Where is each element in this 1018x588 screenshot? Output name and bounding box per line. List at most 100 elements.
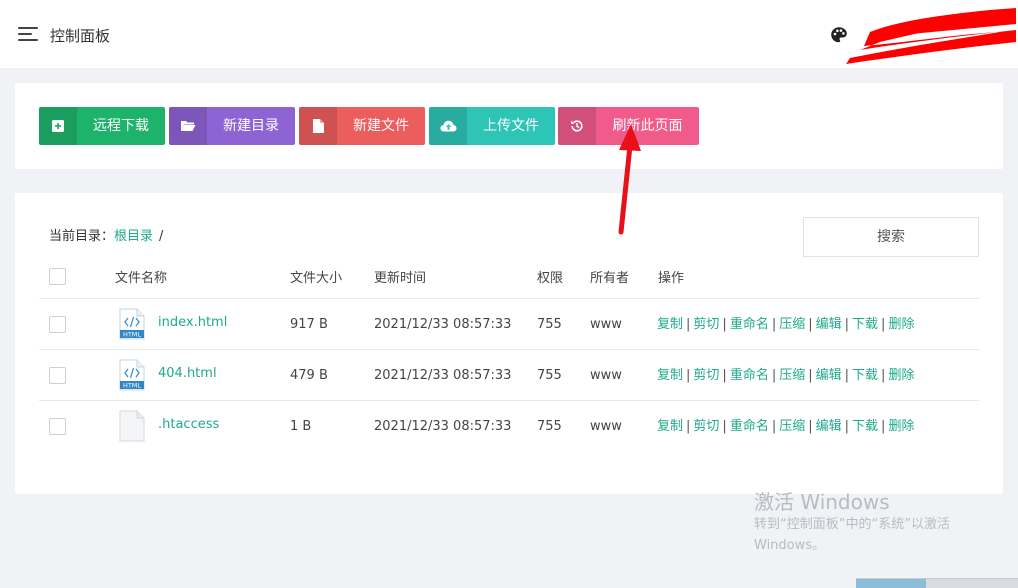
row-checkbox[interactable] [49,316,66,333]
action-edit[interactable]: 编辑 [816,317,842,332]
action-rename[interactable]: 重命名 [730,419,769,434]
col-header-perm: 权限 [537,271,564,286]
file-mtime: 2021/12/33 08:57:33 [374,317,512,332]
palette-icon[interactable] [830,26,848,44]
row-checkbox[interactable] [49,367,66,384]
remote-download-button[interactable]: 远程下载 [39,107,165,145]
action-download[interactable]: 下载 [852,368,878,383]
watermark-line1: 转到“控制面板”中的“系统”以激活 [754,517,950,532]
action-separator: | [686,419,691,434]
action-copy[interactable]: 复制 [657,368,683,383]
file-list-card: 当前目录：根目录 / 搜索 文件名称 文件大小 更新时间 权限 所有者 操作 HT… [15,193,1003,494]
action-compress[interactable]: 压缩 [779,419,805,434]
breadcrumb-separator: / [159,229,164,244]
action-delete[interactable]: 删除 [888,317,914,332]
action-separator: | [686,368,691,383]
breadcrumb: 当前目录：根目录 / [49,225,163,244]
table-row: .htaccess 1 B 2021/12/33 08:57:33 755 ww… [39,401,979,452]
new-folder-button[interactable]: 新建目录 [169,107,295,145]
action-separator: | [844,419,850,434]
action-cut[interactable]: 剪切 [693,419,719,434]
action-separator: | [808,317,813,332]
action-separator: | [881,368,886,383]
html-file-icon: HTML [119,308,145,340]
action-rename[interactable]: 重命名 [730,317,769,332]
action-separator: | [808,368,813,383]
action-cut[interactable]: 剪切 [693,368,719,383]
action-separator: | [771,368,777,383]
action-separator: | [881,317,886,332]
action-separator: | [771,419,777,434]
action-separator: | [808,419,813,434]
action-edit[interactable]: 编辑 [816,419,842,434]
col-header-size: 文件大小 [290,271,343,286]
cloud-upload-icon [429,107,467,145]
file-mtime: 2021/12/33 08:57:33 [374,368,512,383]
action-separator: | [722,317,727,332]
action-separator: | [722,368,727,383]
upload-file-button[interactable]: 上传文件 [429,107,555,145]
action-cut[interactable]: 剪切 [693,317,719,332]
row-actions: 复制 | 剪切 | 重命名 | 压缩 | 编辑 | 下载 | 删除 [657,350,914,401]
file-icon [299,107,337,145]
action-separator: | [722,419,727,434]
action-separator: | [881,419,886,434]
toolbar-card: 远程下载 新建目录 新建文件 上传文件 刷新此页面 [15,83,1003,169]
search-button[interactable]: 搜索 [803,217,979,257]
html-badge-text: HTML [123,382,141,390]
row-actions: 复制 | 剪切 | 重命名 | 压缩 | 编辑 | 下载 | 删除 [657,401,914,452]
row-checkbox[interactable] [49,418,66,435]
col-header-name: 文件名称 [115,271,168,286]
file-name-link[interactable]: index.html [158,316,227,329]
refresh-page-button[interactable]: 刷新此页面 [558,107,699,145]
action-compress[interactable]: 压缩 [779,317,805,332]
action-download[interactable]: 下载 [852,317,878,332]
breadcrumb-root-link[interactable]: 根目录 [114,229,153,244]
file-perm: 755 [537,419,562,434]
windows-activation-watermark: 激活 Windows 转到“控制面板”中的“系统”以激活 Windows。 [754,490,950,556]
folder-open-icon [169,107,207,145]
action-separator: | [686,317,691,332]
top-header: 控制面板 [0,0,1018,68]
blank-file-icon [119,410,145,442]
action-rename[interactable]: 重命名 [730,368,769,383]
row-actions: 复制 | 剪切 | 重命名 | 压缩 | 编辑 | 下载 | 删除 [657,299,914,350]
breadcrumb-prefix: 当前目录： [49,229,115,244]
new-file-button[interactable]: 新建文件 [299,107,425,145]
history-icon [558,107,596,145]
action-compress[interactable]: 压缩 [779,368,805,383]
col-header-actions: 操作 [658,271,685,286]
action-delete[interactable]: 删除 [888,368,914,383]
action-copy[interactable]: 复制 [657,317,683,332]
file-size: 917 B [290,317,328,332]
action-edit[interactable]: 编辑 [816,368,842,383]
file-perm: 755 [537,368,562,383]
action-separator: | [844,317,850,332]
action-copy[interactable]: 复制 [657,419,683,434]
redaction-scribble [846,8,1016,64]
file-size: 479 B [290,368,328,383]
file-name-link[interactable]: .htaccess [158,418,219,431]
watermark-line2: Windows。 [754,538,826,553]
html-file-icon: HTML [119,359,145,391]
html-badge-text: HTML [123,331,141,339]
action-delete[interactable]: 删除 [888,419,914,434]
action-separator: | [844,368,850,383]
file-owner: www [590,368,622,383]
page-title: 控制面板 [50,27,111,45]
file-name-link[interactable]: 404.html [158,367,217,380]
select-all-checkbox[interactable] [49,268,66,285]
action-download[interactable]: 下载 [852,419,878,434]
action-separator: | [771,317,777,332]
file-size: 1 B [290,419,312,434]
file-owner: www [590,419,622,434]
taskbar-thumbnail [856,578,1018,588]
file-mtime: 2021/12/33 08:57:33 [374,419,512,434]
table-header: 文件名称 文件大小 更新时间 权限 所有者 操作 [39,261,979,299]
col-header-owner: 所有者 [590,271,630,286]
file-perm: 755 [537,317,562,332]
plus-square-icon [39,107,77,145]
hamburger-menu-icon[interactable] [18,27,38,43]
file-owner: www [590,317,622,332]
table-row: HTML index.html 917 B 2021/12/33 08:57:3… [39,299,979,350]
